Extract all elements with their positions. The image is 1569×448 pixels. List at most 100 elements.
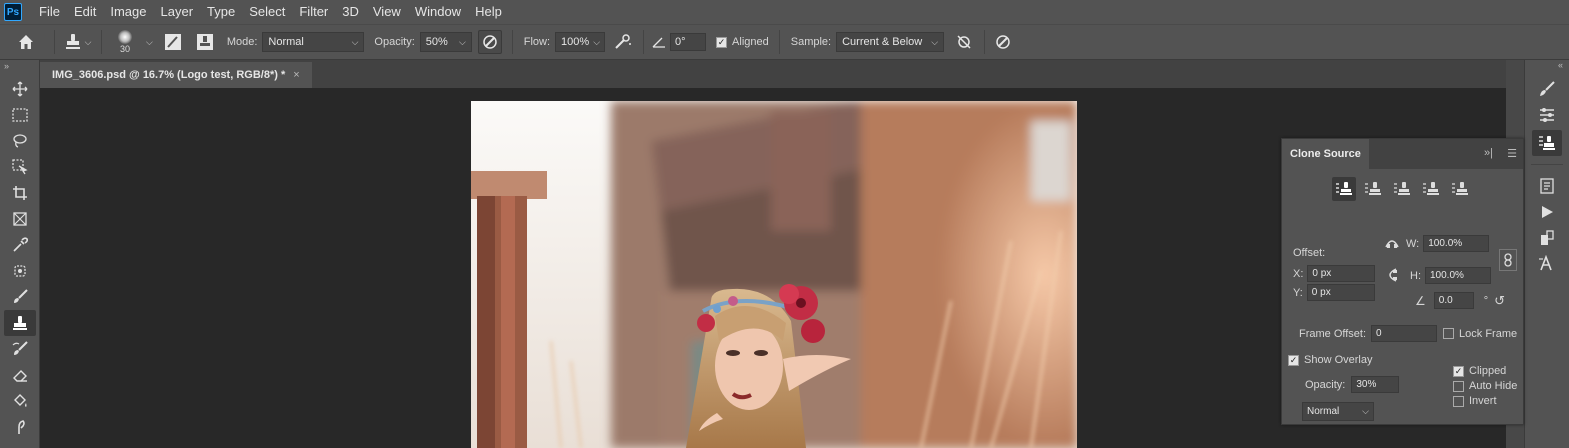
rotation-angle-input[interactable]: 0.0 [1433,292,1474,309]
properties-panel-icon[interactable] [1532,225,1562,251]
menu-file[interactable]: File [32,0,67,24]
frame-offset-input[interactable]: 0 [1371,325,1438,342]
clone-source-dock-icon[interactable] [1532,130,1562,156]
clipped-checkbox[interactable]: ✓ Clipped [1453,365,1506,377]
panel-collapse-icon[interactable]: »| [1484,147,1493,159]
clone-source-4-button[interactable] [1419,177,1443,201]
menu-select[interactable]: Select [242,0,292,24]
actions-play-icon[interactable] [1532,199,1562,225]
chevron-down-icon[interactable]: ⌵ [593,37,600,48]
marquee-tool-icon[interactable] [4,102,36,128]
link-dimensions-icon[interactable] [1499,249,1517,271]
clone-source-2-button[interactable] [1361,177,1385,201]
checkmark-icon: ✓ [716,36,728,48]
clone-source-5-button[interactable] [1448,177,1472,201]
aligned-checkbox[interactable]: ✓ Aligned [716,36,769,48]
pressure-opacity-button[interactable] [477,30,502,54]
photo-illustration [471,101,1077,448]
menu-view[interactable]: View [366,0,408,24]
reset-transform-icon[interactable]: ↺ [1494,293,1505,309]
width-label: W: [1406,237,1420,250]
move-tool-icon[interactable] [4,76,36,102]
close-icon[interactable]: × [293,69,299,81]
menu-type[interactable]: Type [200,0,242,24]
invert-checkbox[interactable]: Invert [1453,395,1497,407]
offset-y-value: 0 px [1311,287,1331,298]
brush-tool-icon[interactable] [4,284,36,310]
clone-source-icon [1394,182,1410,195]
clone-stamp-preset-icon[interactable]: ⌵ [61,30,95,54]
brush-size-picker[interactable]: 30 [108,30,142,54]
history-brush-tool-icon[interactable] [4,336,36,362]
document-tab-bar: IMG_3606.psd @ 16.7% (Logo test, RGB/8*)… [40,60,1506,88]
history-panel-icon[interactable] [1532,173,1562,199]
menu-filter[interactable]: Filter [292,0,335,24]
offset-x-input[interactable]: 0 px [1307,265,1376,282]
show-overlay-checkbox[interactable]: ✓ Show Overlay [1288,354,1372,366]
menu-image[interactable]: Image [103,0,153,24]
home-icon[interactable] [14,30,38,54]
menu-edit[interactable]: Edit [67,0,103,24]
offset-label-text: Offset: [1293,247,1326,259]
toolbar-collapse-icon[interactable]: » [0,60,39,72]
auto-hide-label: Auto Hide [1469,380,1518,392]
frame-tool-icon[interactable] [4,206,36,232]
menu-help[interactable]: Help [468,0,509,24]
clone-stamp-tool-icon[interactable] [4,310,36,336]
menu-bar: Ps File Edit Image Layer Type Select Fil… [0,0,1569,24]
character-panel-icon[interactable] [1532,251,1562,277]
rotation-angle-icon: ∠ [1415,293,1426,308]
panel-expand-icon[interactable]: « [1525,60,1569,74]
clone-source-3-button[interactable] [1390,177,1414,201]
panel-menu-icon[interactable]: ☰ [1507,147,1517,160]
mode-select[interactable]: Normal ⌵ [262,32,365,52]
clone-source-icon [1336,182,1352,195]
menu-window[interactable]: Window [408,0,468,24]
clone-source-panel-title[interactable]: Clone Source [1282,139,1369,169]
flow-input[interactable]: 100% ⌵ [555,32,606,52]
lasso-tool-icon[interactable] [4,128,36,154]
options-bar: ⌵ 30 ⌵ Mode: Normal ⌵ Opacity: 50% ⌵ Flo… [0,24,1569,60]
ignore-adjustment-layers-icon[interactable] [952,30,976,54]
chevron-down-icon[interactable]: ⌵ [146,37,153,48]
menu-3d[interactable]: 3D [335,0,366,24]
checkmark-icon: ✓ [1453,365,1464,377]
eyedropper-tool-icon[interactable] [4,232,36,258]
brushes-panel-icon[interactable] [1532,102,1562,128]
overlay-blend-mode-select[interactable]: Normal ⌵ [1302,402,1374,421]
brush-settings-icon[interactable] [161,30,185,54]
document-image[interactable] [471,101,1077,448]
scale-height-input[interactable]: 100.0% [1425,267,1491,284]
opacity-input[interactable]: 50% ⌵ [419,32,472,52]
offset-y-input[interactable]: 0 px [1306,284,1375,301]
checkbox-empty-icon [1443,328,1455,339]
smudge-tool-icon[interactable] [4,414,36,440]
brush-settings-panel-icon[interactable] [1532,76,1562,102]
pressure-icon [483,35,497,49]
eraser-tool-icon[interactable] [4,362,36,388]
show-overlay-label: Show Overlay [1304,354,1373,366]
flip-vertical-icon[interactable] [1384,267,1398,283]
overlay-opacity-input[interactable]: 30% [1351,376,1400,393]
menu-layer[interactable]: Layer [154,0,201,24]
object-selection-tool-icon[interactable] [4,154,36,180]
pressure-size-icon[interactable] [991,30,1015,54]
brush-angle-input[interactable]: 0° [670,33,707,51]
sample-select[interactable]: Current & Below ⌵ [836,32,945,52]
document-tab[interactable]: IMG_3606.psd @ 16.7% (Logo test, RGB/8*)… [40,62,312,88]
airbrush-icon[interactable] [611,30,635,54]
height-label: H: [1410,269,1421,282]
scale-width-input[interactable]: 100.0% [1423,235,1490,252]
spot-healing-tool-icon[interactable] [4,258,36,284]
flip-horizontal-icon[interactable] [1384,235,1400,249]
crop-tool-icon[interactable] [4,180,36,206]
paint-bucket-tool-icon[interactable] [4,388,36,414]
brush-size-value: 30 [119,44,130,54]
document-tab-title: IMG_3606.psd @ 16.7% (Logo test, RGB/8*)… [52,69,286,81]
clone-source-panel-icon[interactable] [193,30,217,54]
chevron-down-icon[interactable]: ⌵ [459,37,466,48]
auto-hide-checkbox[interactable]: Auto Hide [1453,380,1517,392]
opacity-value: 50% [425,36,448,48]
lock-frame-checkbox[interactable]: Lock Frame [1443,328,1517,340]
clone-source-1-button[interactable] [1332,177,1356,201]
